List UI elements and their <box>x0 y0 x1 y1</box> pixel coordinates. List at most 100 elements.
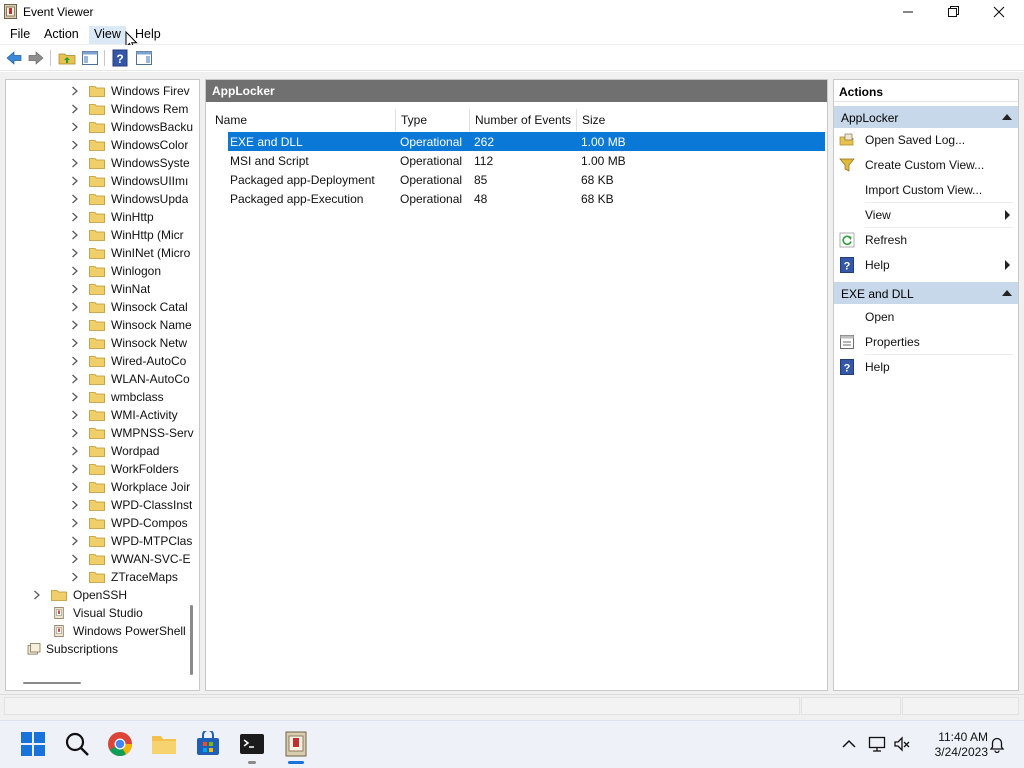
network-icon[interactable] <box>868 735 886 753</box>
menu-file[interactable]: File <box>5 26 35 44</box>
close-button[interactable] <box>976 0 1022 23</box>
column-divider[interactable] <box>469 109 470 131</box>
expand-chevron-icon[interactable] <box>69 265 81 277</box>
action-refresh[interactable]: Refresh <box>834 228 1018 252</box>
tree-item[interactable]: OpenSSH <box>31 586 127 604</box>
table-row[interactable]: Packaged app-Deployment Operational 85 68 K… <box>228 170 825 189</box>
system-clock[interactable]: 11:40 AM 3/24/2023 <box>918 730 988 760</box>
collapse-caret-icon[interactable] <box>1002 114 1012 120</box>
expand-chevron-icon[interactable] <box>69 175 81 187</box>
expand-chevron-icon[interactable] <box>69 373 81 385</box>
notification-icon[interactable] <box>988 735 1006 753</box>
expand-chevron-icon[interactable] <box>69 409 81 421</box>
column-divider[interactable] <box>395 109 396 131</box>
tree-item[interactable]: WindowsBacku <box>69 118 193 136</box>
tree-item[interactable]: WMPNSS-Serv <box>69 424 194 442</box>
tree-item[interactable]: Winsock Netw <box>69 334 187 352</box>
collapse-caret-icon[interactable] <box>1002 290 1012 296</box>
expand-chevron-icon[interactable] <box>69 301 81 313</box>
menu-view[interactable]: View <box>89 26 126 44</box>
tree-item[interactable]: WPD-ClassInst <box>69 496 192 514</box>
tree-item[interactable]: WMI-Activity <box>69 406 178 424</box>
tree-item-subscriptions[interactable]: Subscriptions <box>26 640 118 658</box>
up-folder-icon[interactable] <box>58 49 76 67</box>
tree-item[interactable]: WLAN-AutoCo <box>69 370 190 388</box>
tree-item[interactable]: WindowsSyste <box>69 154 190 172</box>
tree-item[interactable]: Windows PowerShell <box>31 622 186 640</box>
show-hide-tree-icon[interactable] <box>81 49 99 67</box>
expand-chevron-icon[interactable] <box>69 463 81 475</box>
store-icon[interactable] <box>195 731 221 757</box>
tree-item[interactable]: WinNat <box>69 280 150 298</box>
menu-action[interactable]: Action <box>39 26 84 44</box>
action-view[interactable]: View <box>834 203 1018 227</box>
expand-chevron-icon[interactable] <box>69 319 81 331</box>
expand-chevron-icon[interactable] <box>69 445 81 457</box>
volume-muted-icon[interactable] <box>893 735 911 753</box>
expand-chevron-icon[interactable] <box>69 121 81 133</box>
file-explorer-icon[interactable] <box>151 731 177 757</box>
expand-chevron-icon[interactable] <box>69 355 81 367</box>
actions-section-applocker[interactable]: AppLocker <box>834 106 1018 128</box>
tree-item[interactable]: Windows Rem <box>69 100 188 118</box>
expand-chevron-icon[interactable] <box>69 391 81 403</box>
action-open[interactable]: Open <box>834 305 1018 329</box>
expand-chevron-icon[interactable] <box>69 481 81 493</box>
actions-section-exe-and-dll[interactable]: EXE and DLL <box>834 282 1018 304</box>
tree-item[interactable]: Winsock Catal <box>69 298 188 316</box>
column-divider[interactable] <box>576 109 577 131</box>
column-number-of-events[interactable]: Number of Events <box>475 113 571 127</box>
expand-chevron-icon[interactable] <box>69 517 81 529</box>
tree-item[interactable]: WindowsColor <box>69 136 188 154</box>
event-viewer-icon[interactable] <box>283 731 309 757</box>
action-help[interactable]: ? Help <box>834 253 1018 277</box>
expand-chevron-icon[interactable] <box>69 337 81 349</box>
chevron-up-icon[interactable] <box>842 738 856 750</box>
horizontal-scrollbar[interactable] <box>23 682 81 684</box>
expand-chevron-icon[interactable] <box>69 247 81 259</box>
tree-item[interactable]: WinHttp <box>69 208 154 226</box>
expand-chevron-icon[interactable] <box>69 553 81 565</box>
tree-item[interactable]: WindowsUpda <box>69 190 188 208</box>
chrome-icon[interactable] <box>107 731 133 757</box>
expand-chevron-icon[interactable] <box>69 193 81 205</box>
column-type[interactable]: Type <box>401 113 427 127</box>
expand-chevron-icon[interactable] <box>69 499 81 511</box>
tree-item[interactable]: WinHttp (Micr <box>69 226 184 244</box>
action-help[interactable]: ? Help <box>834 355 1018 379</box>
tree-item[interactable]: Winsock Namе <box>69 316 192 334</box>
vertical-scrollbar[interactable] <box>190 605 193 675</box>
tree-item[interactable]: Windows Firev <box>69 82 190 100</box>
expand-chevron-icon[interactable] <box>69 427 81 439</box>
column-name[interactable]: Name <box>215 113 247 127</box>
table-row[interactable]: Packaged app-Execution Operational 48 68 KB <box>228 189 825 208</box>
tree-item[interactable]: Wordpad <box>69 442 159 460</box>
tree-item[interactable]: Visual Studio <box>31 604 143 622</box>
terminal-icon[interactable] <box>239 731 265 757</box>
expand-chevron-icon[interactable] <box>31 589 43 601</box>
tree-item[interactable]: ZTraceMaps <box>69 568 178 586</box>
show-hide-action-pane-icon[interactable] <box>135 49 153 67</box>
expand-chevron-icon[interactable] <box>69 85 81 97</box>
expand-chevron-icon[interactable] <box>69 103 81 115</box>
action-import-custom-view[interactable]: Import Custom View... <box>834 178 1018 202</box>
expand-chevron-icon[interactable] <box>69 211 81 223</box>
help-icon[interactable]: ? <box>111 49 129 67</box>
maximize-button[interactable] <box>930 0 976 23</box>
minimize-button[interactable] <box>885 0 931 23</box>
expand-chevron-icon[interactable] <box>69 571 81 583</box>
action-properties[interactable]: Properties <box>834 330 1018 354</box>
tree-item[interactable]: Wired-AutoCo <box>69 352 186 370</box>
column-size[interactable]: Size <box>582 113 605 127</box>
expand-chevron-icon[interactable] <box>69 229 81 241</box>
tree-item[interactable]: WindowsUIImı <box>69 172 188 190</box>
expand-chevron-icon[interactable] <box>69 535 81 547</box>
table-row[interactable]: EXE and DLL Operational 262 1.00 MB <box>228 132 825 151</box>
expand-chevron-icon[interactable] <box>69 139 81 151</box>
tree-item[interactable]: WPD-MTPClas <box>69 532 192 550</box>
tree-item[interactable]: WinINet (Micro <box>69 244 190 262</box>
action-open-saved-log[interactable]: Open Saved Log... <box>834 128 1018 152</box>
start-icon[interactable] <box>20 731 46 757</box>
forward-icon[interactable] <box>27 49 45 67</box>
expand-chevron-icon[interactable] <box>69 157 81 169</box>
